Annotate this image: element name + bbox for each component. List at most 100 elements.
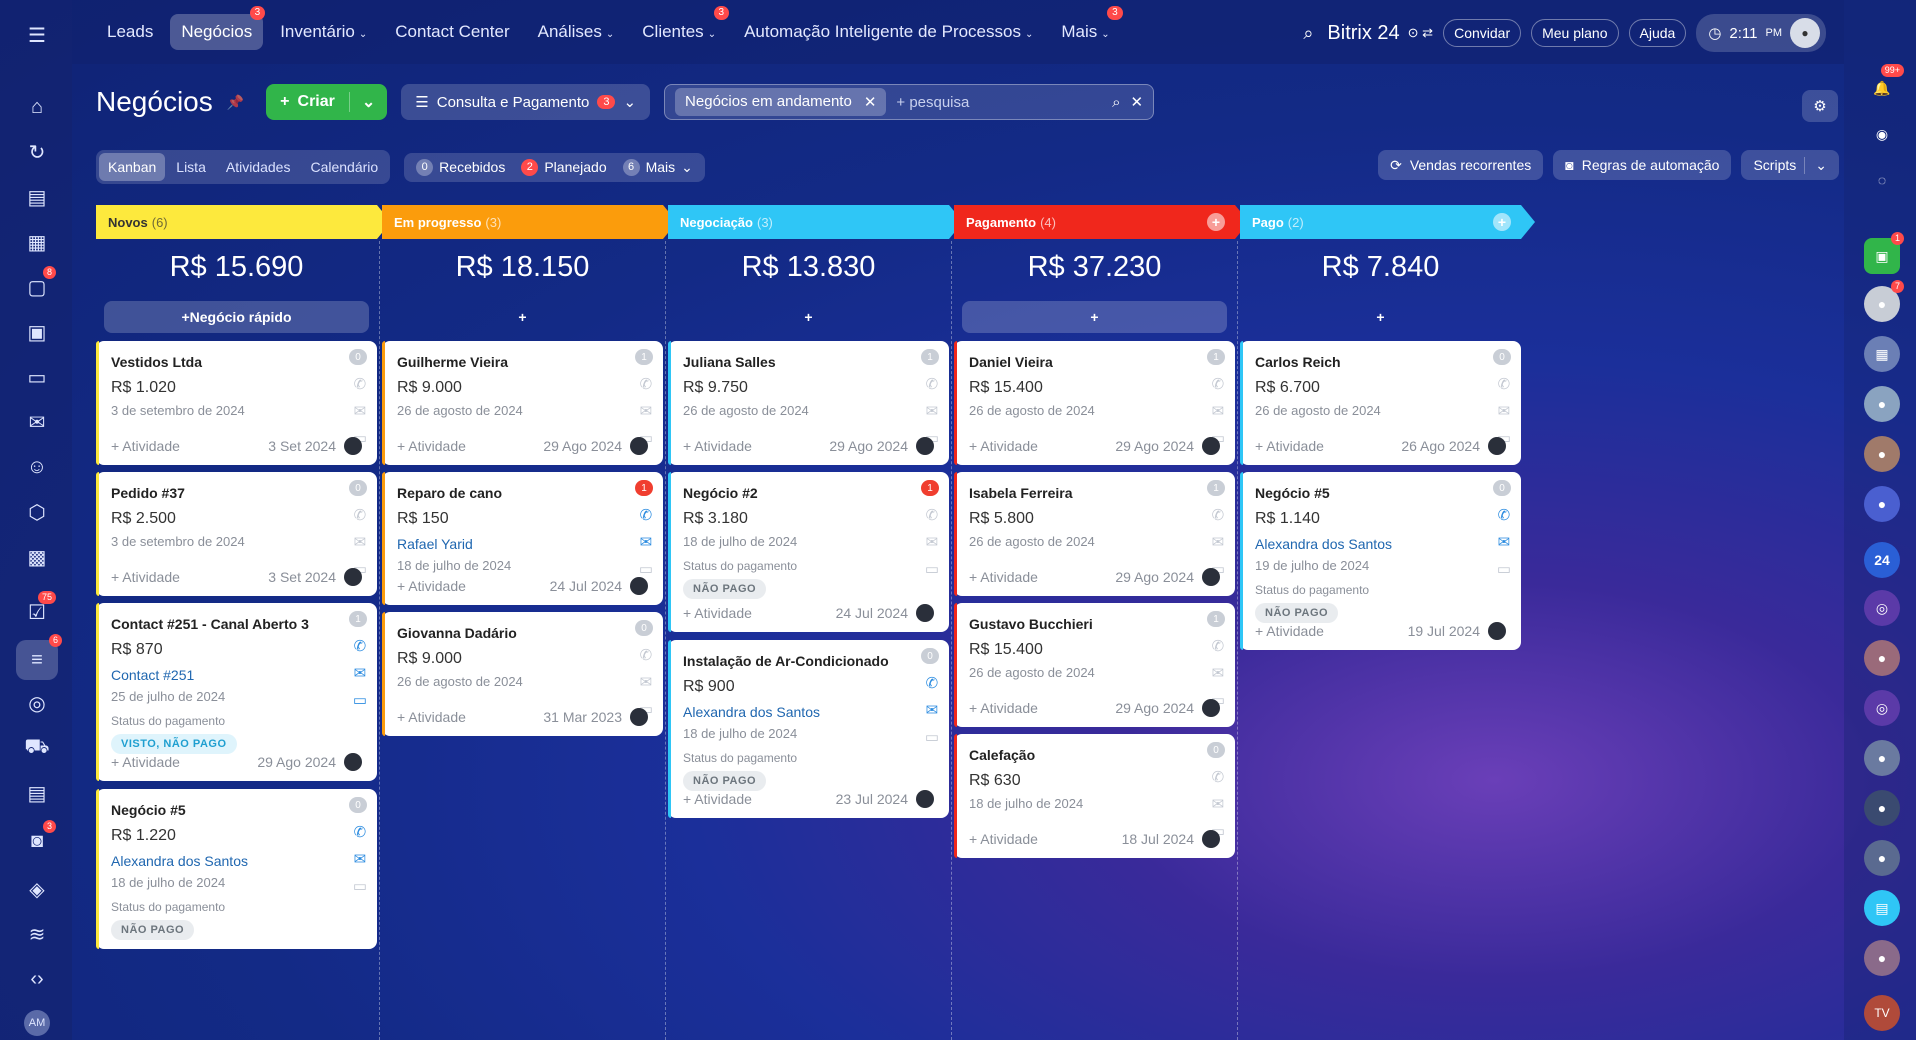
filter-chip[interactable]: Negócios em andamento ✕ <box>675 88 887 116</box>
view-tab-1[interactable]: Lista <box>167 153 215 181</box>
phone-icon[interactable]: ✆ <box>353 637 367 655</box>
contact-avatar-8[interactable]: ◎ <box>1864 690 1900 726</box>
responsible-avatar[interactable] <box>1488 622 1506 640</box>
add-activity-link[interactable]: + Atividade <box>1255 438 1324 454</box>
phone-icon[interactable]: ✆ <box>1497 506 1511 524</box>
phone-icon[interactable]: ✆ <box>1211 506 1225 524</box>
responsible-avatar[interactable] <box>630 577 648 595</box>
responsible-avatar[interactable] <box>1488 437 1506 455</box>
hexagon-icon[interactable]: ⬡ <box>22 497 52 527</box>
contact-avatar-5[interactable]: ● <box>1864 486 1900 522</box>
mail-icon[interactable]: ✉ <box>22 407 52 437</box>
drive-icon[interactable]: ▭ <box>22 362 52 392</box>
contact-avatar-tv[interactable]: TV <box>1864 995 1900 1031</box>
nav-item-2[interactable]: Inventário ⌄ <box>269 14 378 50</box>
plan-button[interactable]: Meu plano <box>1531 19 1619 47</box>
phone-icon[interactable]: ✆ <box>925 506 939 524</box>
deal-card[interactable]: Instalação de Ar-Condicionado R$ 900 Alexa… <box>668 640 949 818</box>
contact-avatar-7[interactable]: ● <box>1864 640 1900 676</box>
view-tab-3[interactable]: Calendário <box>301 153 387 181</box>
deal-contact[interactable]: Alexandra dos Santos <box>683 704 934 720</box>
chat-icon[interactable]: ▢ 8 <box>22 266 56 302</box>
chat-icon[interactable]: ▭ <box>639 560 653 578</box>
contact-avatar-4[interactable]: ● <box>1864 436 1900 472</box>
deal-card[interactable]: Juliana Salles R$ 9.750 26 de agosto de 20… <box>668 341 949 465</box>
add-activity-link[interactable]: + Atividade <box>969 831 1038 847</box>
add-activity-link[interactable]: + Atividade <box>111 438 180 454</box>
automation-rules-button[interactable]: ◙ Regras de automação <box>1553 150 1732 180</box>
chevron-down-icon[interactable]: ⌄ <box>1804 156 1827 174</box>
document-icon[interactable]: ▤ <box>22 182 52 212</box>
contact-avatar-2[interactable]: ▦ <box>1864 336 1900 372</box>
add-activity-link[interactable]: + Atividade <box>111 569 180 585</box>
deal-card[interactable]: Isabela Ferreira R$ 5.800 26 de agosto de … <box>954 472 1235 596</box>
workday-clock[interactable]: ◷ 2:11 PM ● <box>1696 14 1826 52</box>
invite-button[interactable]: Convidar <box>1443 19 1522 47</box>
mail-icon[interactable]: ✉ <box>1211 664 1225 682</box>
deal-title[interactable]: Calefação <box>969 747 1220 763</box>
receipt-icon[interactable]: ▤ <box>22 778 52 808</box>
deal-title[interactable]: Carlos Reich <box>1255 354 1506 370</box>
stage-header[interactable]: Pago (2) + <box>1240 205 1535 239</box>
code-icon[interactable]: ‹› <box>22 964 52 994</box>
notifications-icon[interactable]: 🔔 99+ <box>1864 64 1904 106</box>
contacts-icon[interactable]: ☺ <box>22 452 52 482</box>
pin-icon[interactable]: 📌 <box>227 94 244 111</box>
nav-item-5[interactable]: Clientes ⌄ 3 <box>631 6 730 50</box>
mail-icon[interactable]: ✉ <box>353 664 367 682</box>
deal-card[interactable]: Pedido #37 R$ 2.500 3 de setembro de 2024 0… <box>96 472 377 596</box>
contact-avatar-6[interactable]: ◎ <box>1864 590 1900 626</box>
deal-title[interactable]: Reparo de cano <box>397 485 648 501</box>
view-tab-0[interactable]: Kanban <box>99 153 166 181</box>
mail-icon[interactable]: ✉ <box>925 402 939 420</box>
add-activity-link[interactable]: + Atividade <box>969 438 1038 454</box>
sites-icon[interactable]: ▩ <box>22 542 52 572</box>
mail-icon[interactable]: ✉ <box>1211 402 1225 420</box>
deal-title[interactable]: Guilherme Vieira <box>397 354 648 370</box>
add-stage-icon[interactable]: + <box>1493 213 1511 231</box>
quick-add-button[interactable]: + Negócio rápido <box>104 301 369 333</box>
deal-card[interactable]: Contact #251 - Canal Aberto 3 R$ 870 Conta… <box>96 603 377 781</box>
deal-card[interactable]: Carlos Reich R$ 6.700 26 de agosto de 2024… <box>1240 341 1521 465</box>
notes-icon[interactable]: ▦ <box>22 227 52 257</box>
calendar-icon[interactable]: ▣ <box>22 317 52 347</box>
chat-icon[interactable]: ▭ <box>353 877 367 895</box>
add-activity-link[interactable]: + Atividade <box>683 605 752 621</box>
mail-icon[interactable]: ✉ <box>353 533 367 551</box>
phone-icon[interactable]: ✆ <box>353 375 367 393</box>
contact-avatar-1[interactable]: ● 7 <box>1864 280 1904 322</box>
deal-card[interactable]: Gustavo Bucchieri R$ 15.400 26 de agosto d… <box>954 603 1235 727</box>
nav-item-3[interactable]: Contact Center <box>384 14 520 50</box>
create-button[interactable]: + Criar ⌄ <box>266 84 388 120</box>
stage-header[interactable]: Em progresso (3) <box>382 205 677 239</box>
feed-icon[interactable]: ↻ <box>22 137 52 167</box>
mail-icon[interactable]: ✉ <box>1211 795 1225 813</box>
cart-icon[interactable]: ⛟ <box>22 733 52 763</box>
deal-title[interactable]: Giovanna Dadário <box>397 625 648 641</box>
settings-gear-icon[interactable]: ⚙ <box>1802 90 1838 122</box>
view-tab-2[interactable]: Atividades <box>217 153 300 181</box>
responsible-avatar[interactable] <box>630 437 648 455</box>
deal-title[interactable]: Daniel Vieira <box>969 354 1220 370</box>
deal-contact[interactable]: Contact #251 <box>111 667 362 683</box>
robot-icon[interactable]: ◙ 3 <box>22 820 56 856</box>
phone-icon[interactable]: ✆ <box>639 646 653 664</box>
search-icon[interactable]: ⌕ <box>1112 94 1120 111</box>
phone-icon[interactable]: ✆ <box>1211 375 1225 393</box>
deal-card[interactable]: Reparo de cano R$ 150 Rafael Yarid 18 de ju… <box>382 472 663 605</box>
target-icon[interactable]: ◎ <box>22 688 52 718</box>
phone-icon[interactable]: ✆ <box>1211 637 1225 655</box>
add-activity-link[interactable]: + Atividade <box>969 569 1038 585</box>
contact-avatar-12[interactable]: ▤ <box>1864 890 1900 926</box>
clear-icon[interactable]: ✕ <box>1130 93 1143 111</box>
counter-1[interactable]: 2 Planejado <box>521 158 607 176</box>
crm-icon[interactable]: ≡ 6 <box>16 634 62 680</box>
quick-add-button[interactable]: + <box>962 301 1227 333</box>
mail-icon[interactable]: ✉ <box>639 673 653 691</box>
phone-icon[interactable]: ✆ <box>353 823 367 841</box>
responsible-avatar[interactable] <box>916 437 934 455</box>
search-input[interactable]: + pesquisa <box>896 94 1102 111</box>
stage-header[interactable]: Novos (6) <box>96 205 391 239</box>
deal-title[interactable]: Instalação de Ar-Condicionado <box>683 653 934 669</box>
stage-header[interactable]: Pagamento (4) + <box>954 205 1249 239</box>
